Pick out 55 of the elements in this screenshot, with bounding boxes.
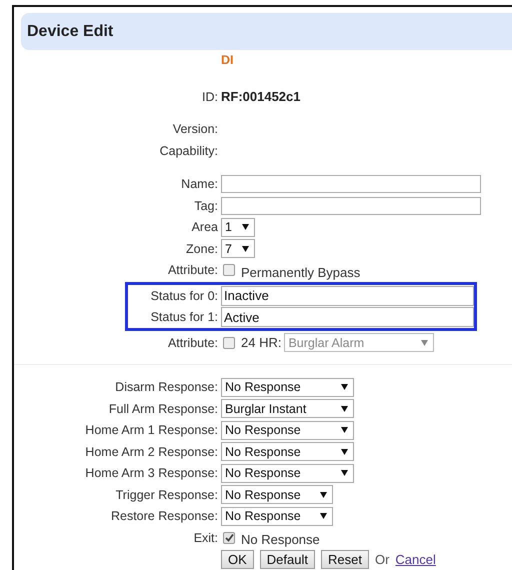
dropdown[interactable]: No Response [221, 420, 354, 440]
caret-icon [320, 492, 327, 498]
field-label: Status for 0: [150, 288, 218, 303]
dropdown[interactable]: Burglar Instant [221, 399, 354, 418]
caret-icon [341, 427, 348, 434]
form-button[interactable]: Default [260, 550, 315, 569]
field-label: Home Arm 1 Response: [84, 423, 218, 438]
field-label: 24 HR: [241, 335, 282, 350]
dropdown[interactable]: No Response [221, 442, 354, 462]
field-label: Restore Response: [110, 509, 218, 524]
field-label: Disarm Response: [114, 380, 218, 394]
dropdown[interactable]: No Response [221, 464, 354, 483]
cancel-link[interactable]: Cancel [395, 552, 436, 567]
dropdown[interactable]: No Response [221, 485, 333, 504]
page-header: Device Edit [21, 13, 512, 50]
dropdown[interactable]: 7 [221, 239, 255, 258]
dropdown[interactable]: No Response [221, 506, 333, 526]
device-type: DI [221, 52, 234, 68]
caret-icon [341, 470, 348, 476]
caret-icon [341, 384, 348, 390]
field-label: Name: [180, 177, 218, 192]
field-label: Capability: [158, 144, 218, 158]
text-field[interactable]: Inactive [221, 286, 474, 306]
field-label: Exit: [192, 530, 218, 545]
dropdown[interactable]: 1 [221, 218, 255, 237]
checkbox[interactable] [223, 532, 235, 544]
checkbox-label: No Response [241, 532, 320, 548]
field-label: Area [190, 220, 218, 234]
field-label: Home Arm 3 Response: [84, 466, 218, 480]
caret-icon [320, 513, 327, 520]
checkbox-label: Permanently Bypass [241, 264, 360, 280]
caret-icon [421, 340, 428, 346]
caret-icon [242, 224, 249, 230]
field-label: Attribute: [166, 263, 218, 278]
field-label: Status for 1: [150, 310, 218, 324]
text-field[interactable] [221, 196, 481, 215]
field-label: Tag: [193, 198, 218, 213]
field-label: Full Arm Response: [108, 402, 218, 416]
dropdown[interactable]: No Response [221, 378, 354, 397]
caret-icon [341, 406, 348, 412]
field-label: Trigger Response: [114, 488, 218, 502]
field-label: Home Arm 2 Response: [84, 444, 218, 459]
text-field[interactable]: Active [221, 307, 474, 328]
form-button[interactable]: Reset [321, 550, 369, 569]
field-label: Version: [172, 122, 218, 136]
caret-icon [341, 448, 348, 455]
form-button[interactable]: OK [221, 550, 254, 569]
text-field[interactable] [221, 175, 481, 194]
device-id: RF:001452c1 [221, 89, 300, 104]
field-label: Zone: [185, 242, 218, 256]
field-label: ID: [201, 90, 218, 104]
checkbox[interactable] [223, 264, 235, 276]
caret-icon [242, 246, 249, 252]
field-label: Attribute: [166, 336, 218, 350]
or-text: Or [374, 552, 390, 567]
